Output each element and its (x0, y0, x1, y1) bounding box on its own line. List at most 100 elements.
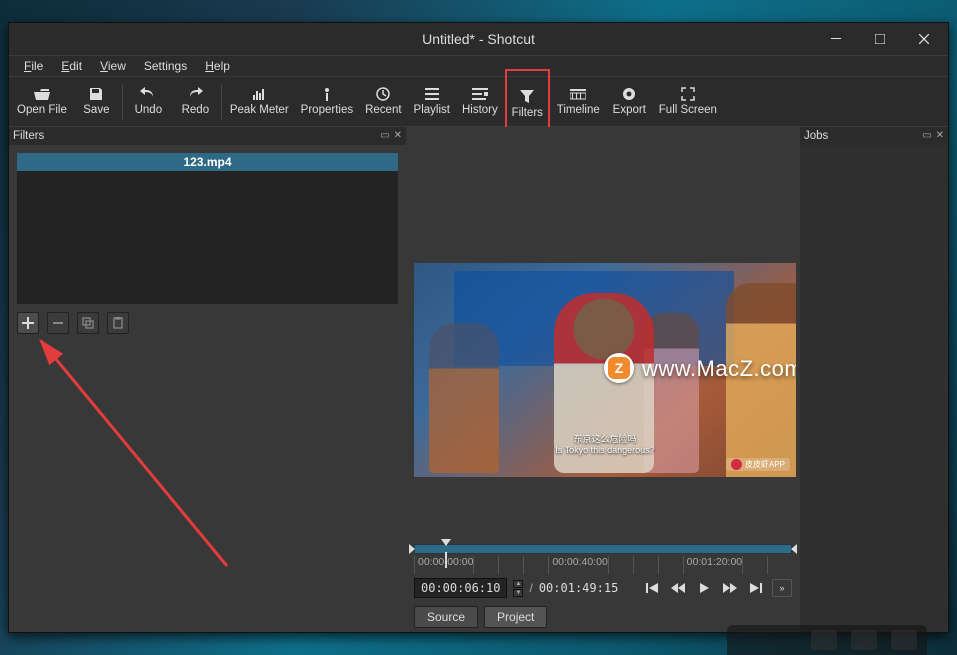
recent-label: Recent (365, 104, 401, 116)
toolbar: Open File Save Undo Redo Peak Mete (9, 77, 948, 127)
clip-name-label: 123.mp4 (183, 155, 231, 169)
menu-help[interactable]: Help (196, 57, 239, 75)
dock-icon[interactable] (891, 630, 917, 650)
export-icon (620, 87, 638, 101)
remove-filter-button[interactable] (47, 312, 69, 334)
playlist-button[interactable]: Playlist (410, 80, 454, 124)
panel-float-icon[interactable]: ▭ (922, 130, 931, 141)
filters-button[interactable]: Filters (506, 70, 549, 132)
add-filter-button[interactable] (17, 312, 39, 334)
playhead-icon[interactable] (441, 539, 451, 546)
redo-button[interactable]: Redo (174, 80, 217, 124)
undo-icon (139, 87, 157, 101)
transport-controls: 00:00:06:10 ▲ ▼ / 00:01:49:15 (406, 574, 800, 598)
filters-icon (518, 90, 536, 104)
preview-area: Z www.MacZ.com 东京这么危险吗 Is Tokyo this dan… (406, 127, 800, 632)
timecode-spinner[interactable]: ▲ ▼ (513, 580, 523, 597)
save-icon (87, 87, 105, 101)
open-file-icon (33, 87, 51, 101)
history-button[interactable]: History (458, 80, 502, 124)
playlist-label: Playlist (414, 104, 450, 116)
recent-button[interactable]: Recent (361, 80, 405, 124)
fullscreen-label: Full Screen (659, 104, 717, 116)
video-frame: Z www.MacZ.com 东京这么危险吗 Is Tokyo this dan… (414, 263, 796, 477)
panel-close-icon[interactable]: ✕ (394, 130, 402, 141)
fullscreen-button[interactable]: Full Screen (655, 80, 721, 124)
ruler-tick: 00:00:40:00 (548, 556, 607, 574)
video-subtitle: 东京这么危险吗 Is Tokyo this dangerous? (555, 432, 654, 455)
watermark-text: www.MacZ.com (642, 356, 796, 382)
filters-panel-header: Filters ▭ ✕ (9, 127, 406, 145)
properties-label: Properties (301, 104, 353, 116)
close-button[interactable] (902, 23, 946, 54)
timeline-label: Timeline (557, 104, 600, 116)
spinner-up-icon[interactable]: ▲ (513, 580, 523, 588)
app-window: Untitled* - Shotcut File Edit View Setti… (8, 22, 949, 633)
panel-float-icon[interactable]: ▭ (380, 130, 389, 141)
paste-filter-button[interactable] (107, 312, 129, 334)
window-controls (814, 23, 946, 54)
corner-badge: 皮皮虾APP (726, 458, 790, 471)
filters-label: Filters (512, 107, 543, 119)
ruler-tick (498, 556, 523, 574)
main-area: Filters ▭ ✕ 123.mp4 (9, 127, 948, 632)
menu-edit[interactable]: Edit (52, 57, 91, 75)
filter-icon-bar (17, 312, 398, 334)
tab-source[interactable]: Source (414, 606, 478, 628)
scrub-bar[interactable] (414, 544, 792, 554)
skip-next-button[interactable] (746, 579, 766, 597)
undo-button[interactable]: Undo (127, 80, 170, 124)
menu-file[interactable]: File (15, 57, 52, 75)
time-ruler[interactable]: 00:00:00:00 00:00:40:00 00:01:20:00 (414, 556, 792, 574)
ruler-tick (523, 556, 548, 574)
ruler-tick: 00:00:00:00 (414, 556, 473, 574)
export-button[interactable]: Export (608, 80, 651, 124)
menu-settings[interactable]: Settings (135, 57, 196, 75)
history-label: History (462, 104, 498, 116)
maximize-button[interactable] (858, 23, 902, 54)
open-file-button[interactable]: Open File (13, 80, 71, 124)
dock-icon[interactable] (851, 630, 877, 650)
jobs-panel-title: Jobs (804, 130, 828, 142)
timeline-button[interactable]: Timeline (553, 80, 604, 124)
ruler-tick: 00:01:20:00 (683, 556, 742, 574)
preview-stage[interactable]: Z www.MacZ.com 东京这么危险吗 Is Tokyo this dan… (406, 127, 800, 542)
dock-icon[interactable] (811, 630, 837, 650)
skip-prev-button[interactable] (642, 579, 662, 597)
clip-name-bar[interactable]: 123.mp4 (17, 153, 398, 171)
save-button[interactable]: Save (75, 80, 118, 124)
ruler-tick (767, 556, 792, 574)
transport-overflow-button[interactable]: » (772, 579, 792, 597)
filter-list[interactable] (17, 171, 398, 304)
menu-view[interactable]: View (91, 57, 135, 75)
os-dock (727, 625, 927, 655)
rewind-button[interactable] (668, 579, 688, 597)
ruler-tick (608, 556, 633, 574)
filters-panel: Filters ▭ ✕ 123.mp4 (9, 127, 406, 632)
fullscreen-icon (679, 87, 697, 101)
fast-forward-button[interactable] (720, 579, 740, 597)
properties-button[interactable]: Properties (297, 80, 357, 124)
time-divider: / (529, 581, 532, 595)
recent-icon (374, 87, 392, 101)
ruler-tick (633, 556, 658, 574)
panel-close-icon[interactable]: ✕ (936, 130, 944, 141)
peak-meter-icon (250, 87, 268, 101)
peak-meter-label: Peak Meter (230, 104, 289, 116)
ruler-tick (658, 556, 683, 574)
spinner-down-icon[interactable]: ▼ (513, 589, 523, 597)
minimize-button[interactable] (814, 23, 858, 54)
duration-timecode: 00:01:49:15 (539, 581, 618, 595)
history-icon (471, 87, 489, 101)
current-timecode[interactable]: 00:00:06:10 (414, 578, 507, 598)
export-label: Export (613, 104, 646, 116)
peak-meter-button[interactable]: Peak Meter (226, 80, 293, 124)
properties-icon (318, 87, 336, 101)
tab-project[interactable]: Project (484, 606, 547, 628)
redo-icon (186, 87, 204, 101)
scrub-area: 00:00:00:00 00:00:40:00 00:01:20:00 (406, 542, 800, 574)
copy-filter-button[interactable] (77, 312, 99, 334)
timeline-icon (569, 87, 587, 101)
play-button[interactable] (694, 579, 714, 597)
jobs-panel-header: Jobs ▭ ✕ (800, 127, 948, 145)
